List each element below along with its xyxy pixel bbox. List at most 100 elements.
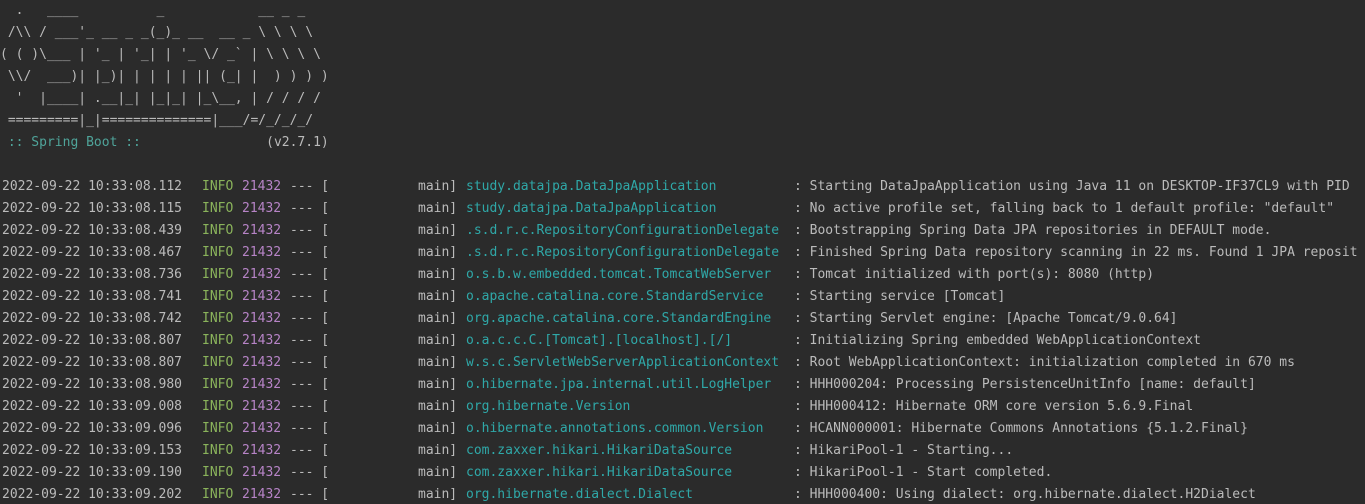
log-level: INFO [202,443,234,458]
log-separator: --- [ [290,223,330,238]
log-lines: 2022-09-22 10:33:08.112 INFO 21432 --- [ mai… [0,176,1365,504]
log-thread: main] [418,333,458,348]
spring-boot-version: (v2.7.1) [148,135,329,150]
log-line: 2022-09-22 10:33:09.008 INFO 21432 --- [mai… [0,396,1365,418]
log-logger: study.datajpa.DataJpaApplication [466,179,717,194]
console-output[interactable]: . ____ _ __ _ _ /\\ / ___'_ __ _ _(_)_ _… [0,0,1365,504]
log-timestamp: 2022-09-22 10:33:08.112 [2,179,183,194]
log-logger: org.hibernate.Version [466,399,631,414]
log-thread: main] [418,355,458,370]
log-thread: main] [418,443,458,458]
banner-line: \\/ ___)| |_)| | | | | || (_| | ) ) ) ) [0,69,329,84]
log-pid: 21432 [242,443,282,458]
log-thread: main] [418,377,458,392]
log-logger: .s.d.r.c.RepositoryConfigurationDelegate [466,223,780,238]
log-timestamp: 2022-09-22 10:33:08.736 [2,267,183,282]
log-logger: o.a.c.c.C.[Tomcat].[localhost].[/] [466,333,733,348]
log-line: 2022-09-22 10:33:08.807 INFO 21432 --- [ mai… [0,352,1365,374]
log-thread: main] [418,465,458,480]
log-pid: 21432 [242,465,282,480]
log-pid: 21432 [242,179,282,194]
log-separator: --- [ [290,421,330,436]
log-thread: main] [418,487,458,502]
log-line: 2022-09-22 10:33:08.467 INFO 21432 --- [mai… [0,242,1365,264]
log-message: : HCANN000001: Hibernate Commons Annotat… [794,421,1248,436]
log-line: 2022-09-22 10:33:08.741 INFO 21432 --- [mai… [0,286,1365,308]
log-thread: main] [418,399,458,414]
log-logger: org.apache.catalina.core.StandardEngine [466,311,772,326]
log-logger: o.apache.catalina.core.StandardService [466,289,764,304]
log-thread: main] [418,223,458,238]
log-logger: w.s.c.ServletWebServerApplicationContext [466,355,780,370]
log-pid: 21432 [242,377,282,392]
log-message: : No active profile set, falling back to… [794,201,1335,216]
log-separator: --- [ [290,443,330,458]
log-separator: --- [ [290,201,330,216]
banner-line: ( ( )\___ | '_ | '_| | '_ \/ _` | \ \ \ … [0,47,321,62]
log-level: INFO [202,311,234,326]
log-separator: --- [ [290,399,330,414]
log-thread: main] [418,179,458,194]
log-logger: o.hibernate.annotations.common.Version [466,421,764,436]
log-level: INFO [202,377,234,392]
log-logger: com.zaxxer.hikari.HikariDataSource [466,443,733,458]
log-pid: 21432 [242,223,282,238]
log-line: 2022-09-22 10:33:08.439 INFO 21432 --- [mai… [0,220,1365,242]
log-level: INFO [202,289,234,304]
log-line: 2022-09-22 10:33:08.115 INFO 21432 --- [mai… [0,198,1365,220]
spring-boot-label: :: Spring Boot :: [0,135,149,150]
log-separator: --- [ [290,465,330,480]
log-timestamp: 2022-09-22 10:33:08.741 [2,289,183,304]
banner-line: ' |____| .__|_| |_|_| |_\__, | / / / / [0,91,321,106]
log-level: INFO [202,421,234,436]
log-timestamp: 2022-09-22 10:33:08.115 [2,201,183,216]
log-timestamp: 2022-09-22 10:33:08.742 [2,311,183,326]
log-line: 2022-09-22 10:33:09.153 INFO 21432 --- [ mai… [0,440,1365,462]
log-line: 2022-09-22 10:33:08.807 INFO 21432 --- [mai… [0,330,1365,352]
log-line: 2022-09-22 10:33:09.202 INFO 21432 --- [mai… [0,484,1365,504]
log-message: : Initializing Spring embedded WebApplic… [794,333,1201,348]
log-separator: --- [ [290,377,330,392]
log-timestamp: 2022-09-22 10:33:08.807 [2,355,183,370]
log-separator: --- [ [290,487,330,502]
log-pid: 21432 [242,355,282,370]
log-message: : Starting Servlet engine: [Apache Tomca… [794,311,1178,326]
log-separator: --- [ [290,333,330,348]
log-thread: main] [418,311,458,326]
log-line: 2022-09-22 10:33:08.980 INFO 21432 --- [mai… [0,374,1365,396]
log-separator: --- [ [290,179,330,194]
log-message: : HHH000412: Hibernate ORM core version … [794,399,1194,414]
log-line: 2022-09-22 10:33:08.112 INFO 21432 --- [ mai… [0,176,1365,198]
log-line: 2022-09-22 10:33:08.742 INFO 21432 --- [ mai… [0,308,1365,330]
log-timestamp: 2022-09-22 10:33:09.153 [2,443,183,458]
log-pid: 21432 [242,311,282,326]
log-separator: --- [ [290,311,330,326]
log-logger: o.s.b.w.embedded.tomcat.TomcatWebServer [466,267,772,282]
log-level: INFO [202,355,234,370]
log-level: INFO [202,179,234,194]
spring-boot-banner: . ____ _ __ _ _ /\\ / ___'_ __ _ _(_)_ _… [0,0,329,132]
log-timestamp: 2022-09-22 10:33:09.008 [2,399,183,414]
log-message: : Starting service [Tomcat] [794,289,1006,304]
log-level: INFO [202,245,234,260]
log-timestamp: 2022-09-22 10:33:08.807 [2,333,183,348]
log-message: : HikariPool-1 - Start completed. [794,465,1053,480]
banner-line: =========|_|==============|___/=/_/_/_/ [0,113,314,128]
log-line: 2022-09-22 10:33:09.190 INFO 21432 --- [mai… [0,462,1365,484]
log-logger: org.hibernate.dialect.Dialect [466,487,693,502]
log-message: : HHH000204: Processing PersistenceUnitI… [794,377,1256,392]
log-thread: main] [418,289,458,304]
log-pid: 21432 [242,399,282,414]
log-level: INFO [202,465,234,480]
log-separator: --- [ [290,355,330,370]
log-message: : Tomcat initialized with port(s): 8080 … [794,267,1155,282]
log-message: : Root WebApplicationContext: initializa… [794,355,1295,370]
log-line: 2022-09-22 10:33:09.096 INFO 21432 --- [mai… [0,418,1365,440]
banner-line: . ____ _ __ _ _ [0,3,306,18]
log-logger: .s.d.r.c.RepositoryConfigurationDelegate [466,245,780,260]
log-timestamp: 2022-09-22 10:33:09.202 [2,487,183,502]
log-logger: o.hibernate.jpa.internal.util.LogHelper [466,377,772,392]
log-level: INFO [202,223,234,238]
log-timestamp: 2022-09-22 10:33:09.096 [2,421,183,436]
log-message: : Bootstrapping Spring Data JPA reposito… [794,223,1272,238]
